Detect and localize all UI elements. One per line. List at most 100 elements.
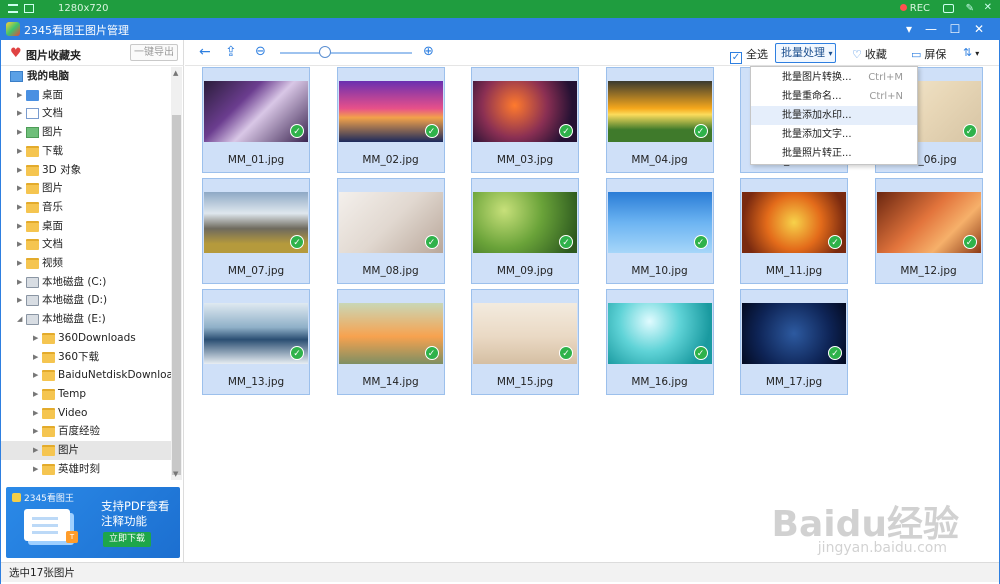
tree-item[interactable]: ▶ 桌面 xyxy=(1,86,171,105)
tree-item[interactable]: 我的电脑 xyxy=(1,67,171,86)
tree-item[interactable]: ▶ 英雄时刻 xyxy=(1,460,171,479)
expand-arrow-icon[interactable]: ▶ xyxy=(17,217,22,236)
download-now-button[interactable]: 立即下载 xyxy=(103,532,151,547)
favorites-row[interactable]: ♥ 图片收藏夹 一键导出 xyxy=(1,40,184,66)
expand-arrow-icon[interactable]: ▶ xyxy=(17,198,22,217)
image-tile[interactable]: ✓ MM_16.jpg xyxy=(605,289,714,395)
checkmark-icon[interactable]: ✓ xyxy=(693,235,708,249)
scrollbar-thumb[interactable] xyxy=(172,115,181,475)
tree-item[interactable]: ▶ 本地磁盘 (C:) xyxy=(1,273,171,292)
checkmark-icon[interactable]: ✓ xyxy=(424,124,439,138)
image-tile[interactable]: ✓ MM_13.jpg xyxy=(202,289,310,395)
tree-item[interactable]: ▶ 文档 xyxy=(1,235,171,254)
checkmark-icon[interactable]: ✓ xyxy=(559,235,573,249)
back-arrow-icon[interactable]: ← xyxy=(199,45,211,59)
tree-item[interactable]: ▶ 图片 xyxy=(1,123,171,142)
menu-item[interactable]: 批量重命名... Ctrl+N xyxy=(751,87,917,106)
tree-item[interactable]: ▶ 文档 xyxy=(1,104,171,123)
dropdown-chevron-icon[interactable]: ▾ xyxy=(900,20,918,38)
collapse-arrow-icon[interactable]: ◢ xyxy=(17,310,22,329)
checkmark-icon[interactable]: ✓ xyxy=(559,346,573,360)
scroll-up-icon[interactable]: ▲ xyxy=(173,69,178,77)
tree-item[interactable]: ▶ 360Downloads xyxy=(1,329,171,348)
image-tile[interactable]: ✓ MM_10.jpg xyxy=(605,178,714,284)
minimize-button[interactable]: — xyxy=(922,20,940,38)
image-tile[interactable]: ✓ MM_15.jpg xyxy=(471,289,579,395)
expand-arrow-icon[interactable]: ▶ xyxy=(17,235,22,254)
checkmark-icon[interactable]: ✓ xyxy=(290,346,304,360)
checkmark-icon[interactable]: ✓ xyxy=(424,235,439,249)
menu-item[interactable]: 批量添加水印... xyxy=(751,106,917,125)
tree-item[interactable]: ▶ 视频 xyxy=(1,254,171,273)
image-tile[interactable]: ✓ MM_03.jpg xyxy=(471,67,579,173)
zoom-in-icon[interactable]: ⊕ xyxy=(423,45,434,59)
tree-item[interactable]: ▶ Video xyxy=(1,404,171,423)
tree-item[interactable]: ▶ 360下载 xyxy=(1,348,171,367)
expand-arrow-icon[interactable]: ▶ xyxy=(17,142,22,161)
window-icon[interactable] xyxy=(24,4,34,13)
image-tile[interactable]: ✓ MM_14.jpg xyxy=(336,289,445,395)
checkmark-icon[interactable]: ✓ xyxy=(693,346,708,360)
tree-item[interactable]: ▶ 图片 xyxy=(1,179,171,198)
image-tile[interactable]: ✓ MM_01.jpg xyxy=(202,67,310,173)
expand-arrow-icon[interactable]: ▶ xyxy=(33,422,38,441)
checkmark-icon[interactable]: ✓ xyxy=(559,124,573,138)
tree-item[interactable]: ▶ 百度经验 xyxy=(1,422,171,441)
expand-arrow-icon[interactable]: ▶ xyxy=(33,329,38,348)
image-tile[interactable]: ✓ MM_07.jpg xyxy=(202,178,310,284)
tree-item[interactable]: ▶ BaiduNetdiskDownload xyxy=(1,366,171,385)
promo-banner[interactable]: 2345看图王 T 支持PDF查看 注释功能 立即下载 xyxy=(6,487,180,558)
tree-item[interactable]: ▶ Temp xyxy=(1,385,171,404)
menu-item[interactable]: 批量图片转换... Ctrl+M xyxy=(751,68,917,87)
export-button[interactable]: 一键导出 xyxy=(130,44,178,61)
expand-arrow-icon[interactable]: ▶ xyxy=(33,441,38,460)
expand-arrow-icon[interactable]: ▶ xyxy=(17,291,22,310)
menu-item[interactable]: 批量添加文字... xyxy=(751,125,917,144)
image-tile[interactable]: ✓ MM_12.jpg xyxy=(874,178,983,284)
image-tile[interactable]: ✓ MM_08.jpg xyxy=(336,178,445,284)
zoom-slider[interactable] xyxy=(280,52,412,54)
scroll-down-icon[interactable]: ▼ xyxy=(173,470,178,478)
recorder-close-icon[interactable]: ✕ xyxy=(984,2,992,13)
checkmark-icon[interactable]: ✓ xyxy=(290,124,304,138)
checkmark-icon[interactable]: ✓ xyxy=(290,235,304,249)
menu-item[interactable]: 批量照片转正... xyxy=(751,144,917,163)
checkmark-icon[interactable]: ✓ xyxy=(962,124,977,138)
checkmark-icon[interactable]: ✓ xyxy=(693,124,708,138)
expand-arrow-icon[interactable]: ▶ xyxy=(33,385,38,404)
close-button[interactable]: ✕ xyxy=(970,20,988,38)
tree-item[interactable]: ▶ 下载 xyxy=(1,142,171,161)
checkmark-icon[interactable]: ✓ xyxy=(962,235,977,249)
record-button[interactable]: REC xyxy=(899,3,930,14)
zoom-out-icon[interactable]: ⊖ xyxy=(255,45,266,59)
expand-arrow-icon[interactable]: ▶ xyxy=(17,273,22,292)
pen-icon[interactable]: ✎ xyxy=(966,3,974,14)
tree-item[interactable]: ▶ 图片 xyxy=(1,441,171,460)
expand-arrow-icon[interactable]: ▶ xyxy=(17,161,22,180)
tree-item[interactable]: ◢ 本地磁盘 (E:) xyxy=(1,310,171,329)
expand-arrow-icon[interactable]: ▶ xyxy=(33,404,38,423)
expand-arrow-icon[interactable]: ▶ xyxy=(33,460,38,479)
maximize-button[interactable]: ☐ xyxy=(946,20,964,38)
image-tile[interactable]: ✓ MM_17.jpg xyxy=(740,289,848,395)
image-tile[interactable]: ✓ MM_04.jpg xyxy=(605,67,714,173)
expand-arrow-icon[interactable]: ▶ xyxy=(17,104,22,123)
tree-item[interactable]: ▶ 本地磁盘 (D:) xyxy=(1,291,171,310)
tree-item[interactable]: ▶ 音乐 xyxy=(1,198,171,217)
favorite-button[interactable]: ♡ 收藏 xyxy=(852,46,887,62)
expand-arrow-icon[interactable]: ▶ xyxy=(33,366,38,385)
select-all-checkbox[interactable]: ✓ 全选 xyxy=(730,46,768,64)
sort-button[interactable]: ⇅ ▾ xyxy=(963,46,979,59)
menu-icon[interactable] xyxy=(8,4,18,13)
expand-arrow-icon[interactable]: ▶ xyxy=(17,123,22,142)
image-tile[interactable]: ✓ MM_09.jpg xyxy=(471,178,579,284)
image-tile[interactable]: ✓ MM_02.jpg xyxy=(336,67,445,173)
expand-arrow-icon[interactable]: ▶ xyxy=(17,179,22,198)
checkmark-icon[interactable]: ✓ xyxy=(828,346,842,360)
checkmark-icon[interactable]: ✓ xyxy=(424,346,439,360)
tree-item[interactable]: ▶ 3D 对象 xyxy=(1,161,171,180)
camera-icon[interactable] xyxy=(943,4,954,13)
batch-process-button[interactable]: 批量处理 ▾ xyxy=(775,43,836,63)
checkmark-icon[interactable]: ✓ xyxy=(828,235,842,249)
up-folder-icon[interactable]: ⇪ xyxy=(225,45,237,59)
